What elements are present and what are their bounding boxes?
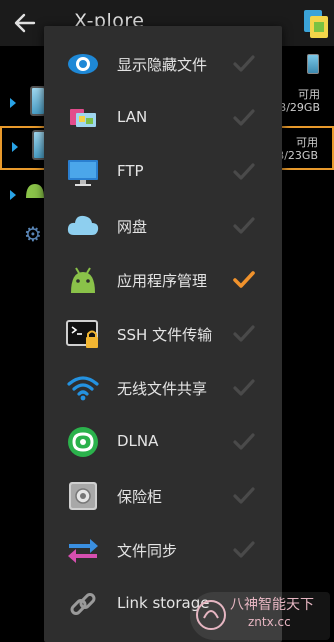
sd-card-icon — [307, 54, 319, 74]
ftp-monitor-icon — [68, 160, 98, 186]
link-icon — [70, 593, 96, 615]
menu-item-label: FTP — [117, 162, 144, 180]
menu-item-label: 文件同步 — [117, 542, 178, 560]
menu-item-dlna[interactable]: DLNA — [44, 415, 282, 469]
checkmark-icon[interactable] — [230, 104, 258, 132]
cloud-icon — [67, 215, 99, 235]
menu-item-label: 无线文件共享 — [117, 380, 208, 398]
eye-icon — [68, 54, 98, 74]
watermark-logo-icon — [196, 600, 226, 630]
back-arrow-icon[interactable] — [12, 10, 38, 36]
app-logo-icon[interactable] — [302, 6, 330, 38]
menu-item-lan[interactable]: LAN — [44, 91, 282, 145]
checkmark-icon[interactable] — [230, 158, 258, 186]
available-label: 可用 — [296, 136, 318, 149]
menu-item-label: 网盘 — [117, 218, 148, 236]
menu-item-label: DLNA — [117, 432, 159, 450]
wifi-icon — [67, 376, 99, 401]
android-icon — [71, 267, 95, 293]
sync-arrows-icon — [68, 539, 98, 563]
lan-icon — [70, 109, 96, 127]
vault-icon — [69, 482, 97, 510]
available-label: 可用 — [298, 88, 320, 101]
menu-item-label: LAN — [117, 108, 148, 126]
checkmark-icon[interactable] — [230, 320, 258, 348]
checkmark-icon[interactable] — [230, 482, 258, 510]
menu-item-label: 显示隐藏文件 — [117, 56, 208, 74]
menu-item-label: 保险柜 — [117, 488, 163, 506]
expand-arrow-icon[interactable] — [12, 142, 18, 152]
menu-item-label: 应用程序管理 — [117, 272, 208, 290]
menu-item-vault[interactable]: 保险柜 — [44, 469, 282, 523]
menu-item-file-sync[interactable]: 文件同步 — [44, 523, 282, 577]
menu-item-ftp[interactable]: FTP — [44, 145, 282, 199]
menu-item-ssh-transfer[interactable]: SSH 文件传输 — [44, 307, 282, 361]
watermark-url: zntx.cc — [248, 615, 291, 629]
expand-arrow-icon[interactable] — [10, 190, 16, 200]
checkmark-icon[interactable] — [230, 374, 258, 402]
checkmark-icon[interactable] — [230, 212, 258, 240]
dlna-icon — [68, 427, 98, 457]
gear-icon[interactable]: ⚙ — [24, 222, 42, 246]
watermark: 八神智能天下 zntx.cc — [190, 588, 334, 642]
checkmark-icon-active[interactable] — [230, 266, 258, 294]
menu-item-app-manager[interactable]: 应用程序管理 — [44, 253, 282, 307]
checkmark-icon[interactable] — [230, 428, 258, 456]
menu-item-label: SSH 文件传输 — [117, 326, 213, 344]
ssh-terminal-icon — [66, 320, 98, 348]
checkmark-icon[interactable] — [230, 536, 258, 564]
watermark-title: 八神智能天下 — [230, 597, 314, 613]
menu-item-show-hidden-files[interactable]: 显示隐藏文件 — [44, 37, 282, 91]
menu-item-cloud-drive[interactable]: 网盘 — [44, 199, 282, 253]
expand-arrow-icon[interactable] — [10, 98, 16, 108]
checkmark-icon[interactable] — [230, 50, 258, 78]
menu-item-wifi-sharing[interactable]: 无线文件共享 — [44, 361, 282, 415]
view-options-menu: 显示隐藏文件 LAN FTP 网盘 应用程序管理 SSH 文件传输 无线文件共享… — [44, 26, 282, 642]
android-icon — [26, 184, 44, 198]
